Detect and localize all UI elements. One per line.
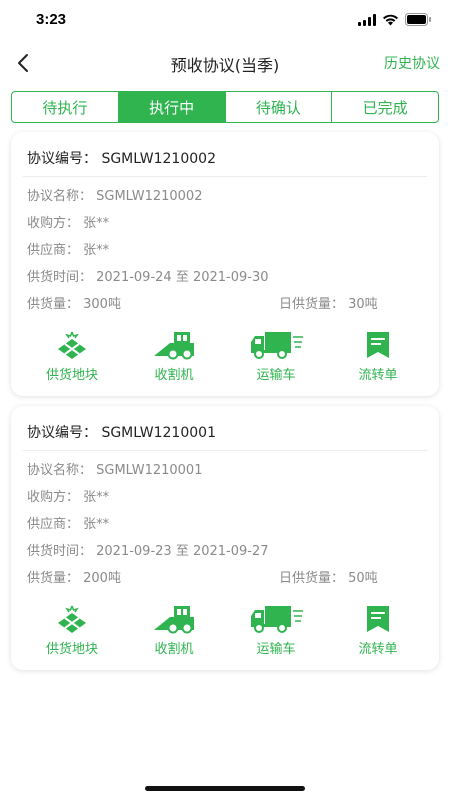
card-actions: 供货地块 收割机 运输车 流转单 (11, 326, 439, 383)
agreement-card[interactable]: 协议编号： SGMLW1210001 协议名称： SGMLW1210001 收购… (11, 406, 439, 670)
supply-time-field: 供货时间： 2021-09-23 至 2021-09-27 (27, 544, 269, 559)
field-plot-icon (58, 331, 86, 359)
history-link[interactable]: 历史协议 (384, 53, 440, 73)
waybill-button[interactable]: 流转单 (333, 600, 423, 657)
plot-label: 供货地块 (45, 642, 98, 657)
page-title: 预收协议(当季) (170, 56, 280, 75)
truck-button[interactable]: 运输车 (231, 600, 321, 657)
tab-completed[interactable]: 已完成 (332, 92, 438, 122)
harvester-label: 收割机 (154, 368, 194, 383)
agreement-name: 协议名称： SGMLW1210002 (27, 189, 203, 204)
supply-amount-field: 供货量： 300吨 (27, 297, 121, 312)
agreement-name: 协议名称： SGMLW1210001 (27, 463, 203, 478)
plot-label: 供货地块 (45, 368, 98, 383)
daily-amount-field: 日供货量： 50吨 (279, 571, 378, 586)
truck-label: 运输车 (256, 368, 296, 383)
status-bar: 3:23 (0, 0, 450, 44)
agreement-card[interactable]: 协议编号： SGMLW1210002 协议名称： SGMLW1210002 收购… (11, 132, 439, 396)
harvester-label: 收割机 (154, 642, 194, 657)
harvester-button[interactable]: 收割机 (129, 326, 219, 383)
card-divider (23, 450, 427, 451)
battery-icon (405, 13, 431, 26)
waybill-label: 流转单 (358, 368, 398, 383)
plot-button[interactable]: 供货地块 (27, 600, 117, 657)
supplier-field: 供应商： 张** (27, 243, 110, 258)
supplier-field: 供应商： 张** (27, 517, 110, 532)
daily-amount-field: 日供货量： 30吨 (279, 297, 378, 312)
buyer-field: 收购方： 张** (27, 216, 110, 231)
agreement-number: 协议编号： SGMLW1210002 (27, 151, 216, 167)
tab-to-confirm[interactable]: 待确认 (226, 92, 333, 122)
harvester-icon (154, 332, 194, 360)
harvester-icon (154, 606, 194, 634)
document-icon (367, 332, 389, 358)
supply-time-field: 供货时间： 2021-09-24 至 2021-09-30 (27, 270, 269, 285)
nav-bar: 预收协议(当季) 历史协议 (0, 44, 450, 82)
truck-icon (251, 606, 303, 633)
tab-executing[interactable]: 执行中 (118, 92, 226, 122)
truck-label: 运输车 (256, 642, 296, 657)
waybill-button[interactable]: 流转单 (333, 326, 423, 383)
tab-pending[interactable]: 待执行 (12, 92, 119, 122)
supply-amount-field: 供货量： 200吨 (27, 571, 121, 586)
harvester-button[interactable]: 收割机 (129, 600, 219, 657)
truck-button[interactable]: 运输车 (231, 326, 321, 383)
card-divider (23, 176, 427, 177)
document-icon (367, 606, 389, 632)
card-actions: 供货地块 收割机 运输车 流转单 (11, 600, 439, 657)
wifi-icon (383, 14, 398, 25)
signal-icon (358, 13, 376, 26)
truck-icon (251, 332, 303, 359)
buyer-field: 收购方： 张** (27, 490, 110, 505)
field-plot-icon (58, 605, 86, 633)
status-time: 3:23 (36, 11, 67, 28)
waybill-label: 流转单 (358, 642, 398, 657)
agreement-number: 协议编号： SGMLW1210001 (27, 425, 216, 441)
status-tabs: 待执行 执行中 待确认 已完成 (11, 91, 439, 123)
home-indicator (145, 786, 305, 791)
plot-button[interactable]: 供货地块 (27, 326, 117, 383)
status-icons (358, 13, 432, 26)
